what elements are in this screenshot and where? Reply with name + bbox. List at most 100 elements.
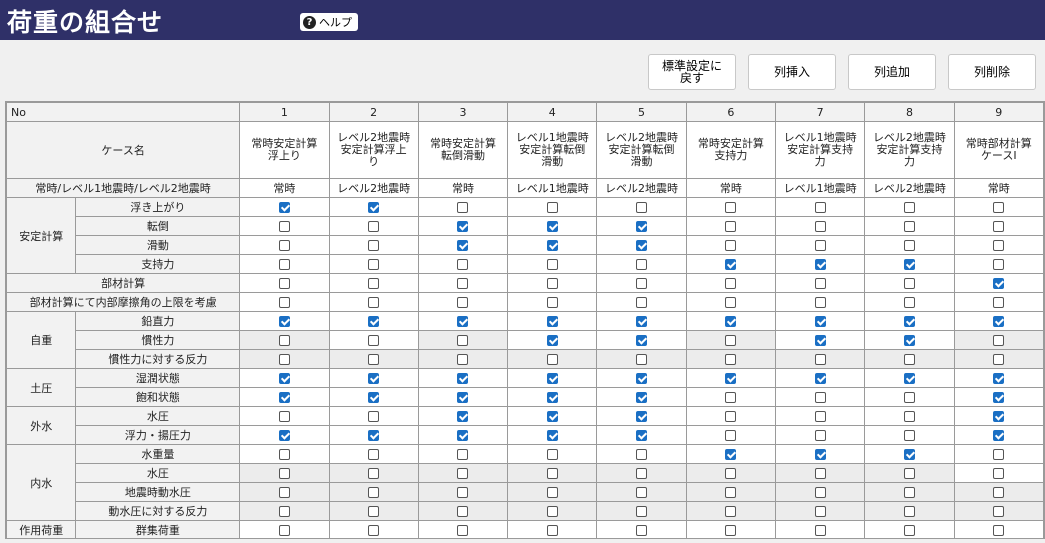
checkbox[interactable] xyxy=(993,297,1005,308)
checkbox[interactable] xyxy=(546,278,558,289)
checkbox[interactable] xyxy=(457,506,469,517)
checkbox[interactable] xyxy=(278,525,290,536)
checkbox[interactable] xyxy=(725,354,737,365)
checkbox[interactable] xyxy=(278,335,290,346)
checkbox[interactable] xyxy=(636,506,648,517)
checkbox[interactable] xyxy=(814,468,826,479)
checkbox[interactable] xyxy=(814,525,826,536)
checkbox[interactable] xyxy=(636,430,648,441)
checkbox[interactable] xyxy=(546,316,558,327)
checkbox[interactable] xyxy=(725,335,737,346)
checkbox[interactable] xyxy=(725,525,737,536)
checkbox[interactable] xyxy=(457,297,469,308)
checkbox[interactable] xyxy=(903,259,915,270)
checkbox[interactable] xyxy=(278,202,290,213)
case-name-cell[interactable]: レベル2地震時 安定計算転倒 滑動 xyxy=(596,121,687,179)
case-name-cell[interactable]: 常時安定計算 浮上り xyxy=(239,121,330,179)
checkbox[interactable] xyxy=(725,278,737,289)
mode-cell[interactable]: 常時 xyxy=(239,178,330,198)
checkbox[interactable] xyxy=(368,525,380,536)
checkbox[interactable] xyxy=(993,354,1005,365)
checkbox[interactable] xyxy=(903,297,915,308)
checkbox[interactable] xyxy=(368,259,380,270)
checkbox[interactable] xyxy=(903,506,915,517)
checkbox[interactable] xyxy=(814,354,826,365)
checkbox[interactable] xyxy=(278,354,290,365)
checkbox[interactable] xyxy=(993,278,1005,289)
checkbox[interactable] xyxy=(368,487,380,498)
checkbox[interactable] xyxy=(993,316,1005,327)
checkbox[interactable] xyxy=(903,221,915,232)
checkbox[interactable] xyxy=(636,354,648,365)
checkbox[interactable] xyxy=(993,525,1005,536)
checkbox[interactable] xyxy=(993,392,1005,403)
checkbox[interactable] xyxy=(457,373,469,384)
checkbox[interactable] xyxy=(993,335,1005,346)
checkbox[interactable] xyxy=(457,430,469,441)
checkbox[interactable] xyxy=(278,468,290,479)
checkbox[interactable] xyxy=(368,316,380,327)
checkbox[interactable] xyxy=(278,278,290,289)
checkbox[interactable] xyxy=(725,259,737,270)
checkbox[interactable] xyxy=(814,506,826,517)
mode-cell[interactable]: レベル1地震時 xyxy=(507,178,598,198)
checkbox[interactable] xyxy=(278,259,290,270)
checkbox[interactable] xyxy=(725,487,737,498)
checkbox[interactable] xyxy=(457,525,469,536)
checkbox[interactable] xyxy=(725,430,737,441)
checkbox[interactable] xyxy=(814,259,826,270)
checkbox[interactable] xyxy=(636,297,648,308)
checkbox[interactable] xyxy=(725,468,737,479)
checkbox[interactable] xyxy=(546,449,558,460)
mode-cell[interactable]: 常時 xyxy=(417,178,509,198)
checkbox[interactable] xyxy=(546,487,558,498)
checkbox[interactable] xyxy=(546,335,558,346)
checkbox[interactable] xyxy=(457,392,469,403)
checkbox[interactable] xyxy=(636,202,648,213)
checkbox[interactable] xyxy=(368,354,380,365)
checkbox[interactable] xyxy=(903,354,915,365)
checkbox[interactable] xyxy=(546,525,558,536)
checkbox[interactable] xyxy=(278,240,290,251)
checkbox[interactable] xyxy=(278,221,290,232)
checkbox[interactable] xyxy=(636,240,648,251)
checkbox[interactable] xyxy=(814,411,826,422)
checkbox[interactable] xyxy=(814,316,826,327)
checkbox[interactable] xyxy=(457,411,469,422)
checkbox[interactable] xyxy=(814,373,826,384)
case-name-cell[interactable]: レベル1地震時 安定計算転倒 滑動 xyxy=(507,121,598,179)
checkbox[interactable] xyxy=(636,449,648,460)
checkbox[interactable] xyxy=(368,411,380,422)
checkbox[interactable] xyxy=(636,525,648,536)
checkbox[interactable] xyxy=(814,430,826,441)
checkbox[interactable] xyxy=(368,449,380,460)
checkbox[interactable] xyxy=(814,278,826,289)
checkbox[interactable] xyxy=(993,240,1005,251)
case-name-cell[interactable]: 常時安定計算 支持力 xyxy=(685,121,777,179)
checkbox[interactable] xyxy=(368,278,380,289)
checkbox[interactable] xyxy=(725,373,737,384)
checkbox[interactable] xyxy=(636,411,648,422)
checkbox[interactable] xyxy=(993,449,1005,460)
checkbox[interactable] xyxy=(278,449,290,460)
checkbox[interactable] xyxy=(903,316,915,327)
checkbox[interactable] xyxy=(725,449,737,460)
checkbox[interactable] xyxy=(546,430,558,441)
checkbox[interactable] xyxy=(457,221,469,232)
checkbox[interactable] xyxy=(546,221,558,232)
checkbox[interactable] xyxy=(368,221,380,232)
checkbox[interactable] xyxy=(368,506,380,517)
reset-default-button[interactable]: 標準設定に 戻す xyxy=(648,54,736,90)
checkbox[interactable] xyxy=(993,430,1005,441)
checkbox[interactable] xyxy=(636,316,648,327)
checkbox[interactable] xyxy=(546,202,558,213)
checkbox[interactable] xyxy=(993,487,1005,498)
checkbox[interactable] xyxy=(457,354,469,365)
checkbox[interactable] xyxy=(814,240,826,251)
checkbox[interactable] xyxy=(814,297,826,308)
checkbox[interactable] xyxy=(993,411,1005,422)
mode-cell[interactable]: 常時 xyxy=(953,178,1044,198)
checkbox[interactable] xyxy=(546,392,558,403)
load-combination-grid[interactable]: No 1 2 3 4 5 6 7 8 9 ケース名 常時安定計算 浮上り レベル2地震時 安定計算浮上 … xyxy=(5,101,1045,539)
case-name-cell[interactable]: 常時部材計算 ケースⅠ xyxy=(953,121,1044,179)
